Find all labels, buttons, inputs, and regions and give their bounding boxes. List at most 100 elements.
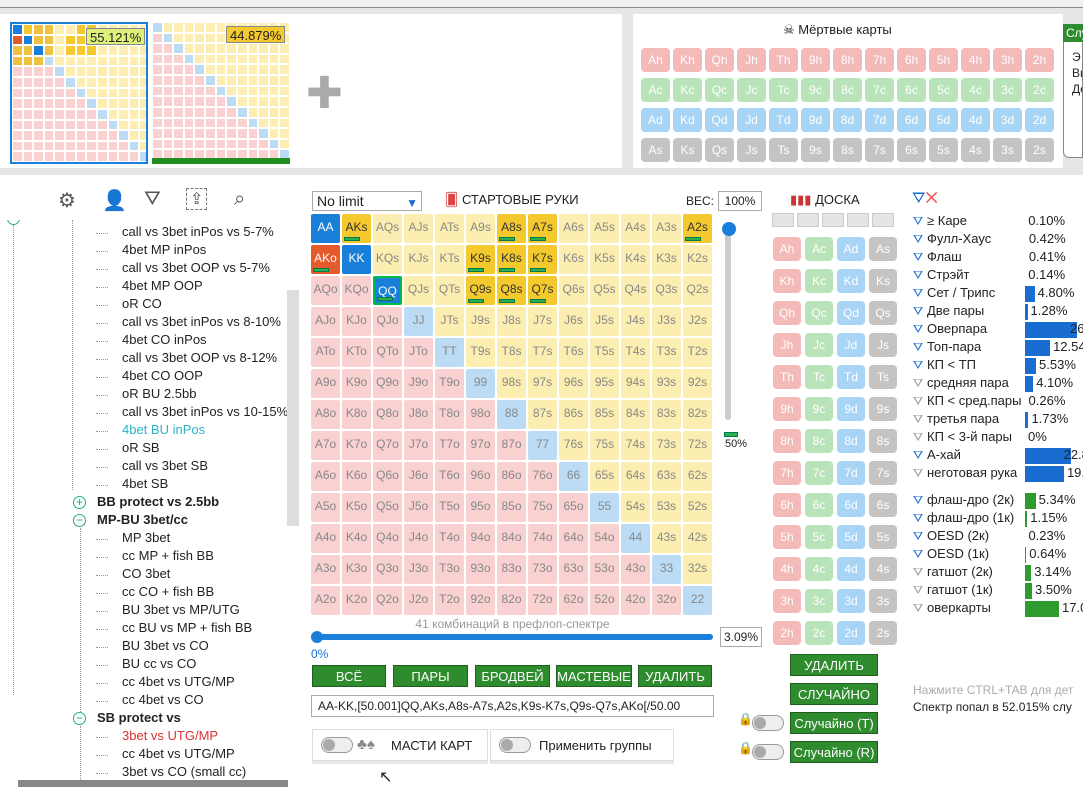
hand-cell-J8o[interactable]: J8o (404, 400, 433, 429)
board-card[interactable]: 3s (869, 589, 897, 613)
range-thumbnail-1[interactable]: 55.121% (10, 22, 148, 164)
hand-cell-T7o[interactable]: T7o (435, 431, 464, 460)
dead-card[interactable]: 7s (865, 138, 894, 162)
hand-cell-AQs[interactable]: AQs (373, 214, 402, 243)
hand-cell-A5s[interactable]: A5s (590, 214, 619, 243)
dead-card[interactable]: 3d (993, 108, 1022, 132)
filter-icon[interactable]: ⛛ (913, 286, 923, 301)
hand-cell-Q3s[interactable]: Q3s (652, 276, 681, 305)
dead-card[interactable]: Tc (769, 78, 798, 102)
board-card[interactable]: Qd (837, 301, 865, 325)
range-percent-input[interactable]: 3.09% (720, 627, 762, 647)
hand-cell-77[interactable]: 77 (528, 431, 557, 460)
dead-card[interactable]: 2c (1025, 78, 1054, 102)
hand-cell-97s[interactable]: 97s (528, 369, 557, 398)
board-slot[interactable] (872, 213, 894, 227)
hand-cell-K8o[interactable]: K8o (342, 400, 371, 429)
stat-row[interactable]: ⛛ OESD (1к) 0.64% (913, 546, 1083, 564)
tree-item[interactable]: BU cc vs CO (122, 656, 196, 671)
tree-item[interactable]: 4bet BU inPos (122, 422, 205, 437)
dead-card[interactable]: Qd (705, 108, 734, 132)
board-card[interactable]: Ah (773, 237, 801, 261)
dead-card[interactable]: 9c (801, 78, 830, 102)
dead-card[interactable]: Td (769, 108, 798, 132)
filter-icon[interactable]: ⛛ (913, 232, 923, 247)
board-card[interactable]: Td (837, 365, 865, 389)
board-card[interactable]: 6h (773, 493, 801, 517)
dead-card[interactable]: Qs (705, 138, 734, 162)
hand-cell-93o[interactable]: 93o (466, 555, 495, 584)
tree-group-bb[interactable]: BB protect vs 2.5bb (97, 494, 219, 509)
hand-cell-Q4s[interactable]: Q4s (621, 276, 650, 305)
hand-cell-85o[interactable]: 85o (497, 493, 526, 522)
stat-row[interactable]: ⛛ А-хай 22.8 (913, 447, 1083, 465)
dead-card[interactable]: 5d (929, 108, 958, 132)
hand-cell-J3o[interactable]: J3o (404, 555, 433, 584)
tree-item[interactable]: 3bet vs CO (small cc) (122, 764, 246, 779)
tree-item[interactable]: oR SB (122, 440, 160, 455)
hand-cell-K6s[interactable]: K6s (559, 245, 588, 274)
dead-card[interactable]: 3s (993, 138, 1022, 162)
hand-cell-65s[interactable]: 65s (590, 462, 619, 491)
hand-cell-KJo[interactable]: KJo (342, 307, 371, 336)
suits-toggle[interactable] (321, 737, 353, 753)
dead-card[interactable]: 3c (993, 78, 1022, 102)
tree-item[interactable]: 4bet MP OOP (122, 278, 203, 293)
broadway-button[interactable]: БРОДВЕЙ (475, 665, 550, 687)
hand-cell-Q3o[interactable]: Q3o (373, 555, 402, 584)
range-thumbnail-2[interactable]: 44.879% (152, 22, 290, 164)
board-card[interactable]: 9s (869, 397, 897, 421)
board-card[interactable]: 8d (837, 429, 865, 453)
dead-card[interactable]: Jd (737, 108, 766, 132)
stat-row[interactable]: ⛛ оверкарты 17.03 (913, 600, 1083, 618)
board-card[interactable]: Ts (869, 365, 897, 389)
dead-card[interactable]: Kh (673, 48, 702, 72)
hand-cell-K3s[interactable]: K3s (652, 245, 681, 274)
hand-cell-AKo[interactable]: AKo (311, 245, 340, 274)
hand-cell-A2o[interactable]: A2o (311, 586, 340, 615)
hand-cell-64o[interactable]: 64o (559, 524, 588, 553)
filter-icon[interactable]: ⛛ (913, 565, 923, 580)
board-card[interactable]: 4c (805, 557, 833, 581)
tree-item[interactable]: cc 4bet vs UTG/MP (122, 674, 235, 689)
hand-cell-KTs[interactable]: KTs (435, 245, 464, 274)
board-slot[interactable] (847, 213, 869, 227)
dead-card[interactable]: 2d (1025, 108, 1054, 132)
expand-icon[interactable]: + (73, 496, 86, 509)
filter-icon[interactable]: ⛛ (913, 601, 923, 616)
board-slot[interactable] (772, 213, 794, 227)
hand-cell-T8o[interactable]: T8o (435, 400, 464, 429)
filter-icon[interactable]: ⛛ (913, 250, 923, 265)
hand-cell-KJs[interactable]: KJs (404, 245, 433, 274)
board-card[interactable]: 9d (837, 397, 865, 421)
filter-icon[interactable]: ⛛ (913, 529, 923, 544)
board-card[interactable]: 5s (869, 525, 897, 549)
hand-cell-K2s[interactable]: K2s (683, 245, 712, 274)
board-card[interactable]: 5c (805, 525, 833, 549)
dead-card[interactable]: Ac (641, 78, 670, 102)
user-icon[interactable]: 👤 (102, 188, 127, 213)
hand-cell-T9s[interactable]: T9s (466, 338, 495, 367)
hand-cell-84o[interactable]: 84o (497, 524, 526, 553)
hand-cell-T9o[interactable]: T9o (435, 369, 464, 398)
hand-cell-JTs[interactable]: JTs (435, 307, 464, 336)
hand-cell-43s[interactable]: 43s (652, 524, 681, 553)
hand-cell-QTs[interactable]: QTs (435, 276, 464, 305)
stat-row[interactable]: ⛛ Флаш 0.41% (913, 249, 1083, 267)
hand-cell-K5s[interactable]: K5s (590, 245, 619, 274)
dead-card[interactable]: 6s (897, 138, 926, 162)
hand-cell-K4o[interactable]: K4o (342, 524, 371, 553)
board-card[interactable]: Kc (805, 269, 833, 293)
random-r-button[interactable]: Случайно (R) (790, 741, 878, 763)
hand-cell-K4s[interactable]: K4s (621, 245, 650, 274)
hand-cell-T6s[interactable]: T6s (559, 338, 588, 367)
stat-row[interactable]: ⛛ Стрэйт 0.14% (913, 267, 1083, 285)
hand-cell-J2o[interactable]: J2o (404, 586, 433, 615)
dead-card[interactable]: 3h (993, 48, 1022, 72)
hand-cell-54o[interactable]: 54o (590, 524, 619, 553)
hand-cell-K8s[interactable]: K8s (497, 245, 526, 274)
stat-row[interactable]: ⛛ гатшот (1к) 3.50% (913, 582, 1083, 600)
tree-item[interactable]: BU 3bet vs CO (122, 638, 209, 653)
dead-card[interactable]: 5h (929, 48, 958, 72)
pairs-button[interactable]: ПАРЫ (393, 665, 468, 687)
